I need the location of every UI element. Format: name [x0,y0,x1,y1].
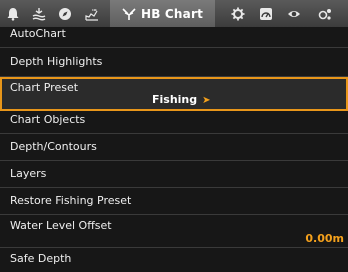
eye-icon [288,10,300,17]
menu-item-depth-contours[interactable]: Depth/Contours [0,134,348,160]
menu-item-label: Layers [10,167,47,180]
chevron-right-icon: ➤ [202,95,211,106]
tab-network[interactable] [310,0,340,27]
menu-item-safe-depth[interactable]: Safe Depth [0,248,348,272]
tab-bar: HB Chart [0,0,348,28]
alarm-bell-icon [7,7,19,21]
menu-item-label: Depth Highlights [10,55,103,68]
tab-compass[interactable] [54,0,76,27]
water-level-offset-value: 0.00m [305,232,344,245]
tab-alarms[interactable] [2,0,24,27]
menu-item-chart-preset[interactable]: Chart Preset Fishing ➤ [0,77,348,111]
chart-preset-value-text: Fishing [152,93,198,106]
menu-item-restore-fishing-preset[interactable]: Restore Fishing Preset [0,188,348,214]
gauge-icon [260,7,272,20]
menu-item-label: Safe Depth [10,252,72,265]
tab-views[interactable] [282,0,306,27]
tab-hb-chart-label: HB Chart [140,6,204,21]
menu-item-chart-objects[interactable]: Chart Objects [0,111,348,133]
menu-item-label: Depth/Contours [10,140,97,153]
network-icon [318,8,331,20]
tab-sonar[interactable] [80,0,104,27]
menu-item-label: AutoChart [10,27,66,40]
menu-item-layers[interactable]: Layers [0,161,348,187]
menu-item-label: Water Level Offset [10,219,112,232]
tab-gauges[interactable] [254,0,278,27]
menu-item-depth-highlights[interactable]: Depth Highlights [0,48,348,76]
tab-navigation[interactable] [28,0,50,27]
navigation-waves-icon [32,7,46,20]
menu-item-label: Restore Fishing Preset [10,194,132,207]
menu-item-water-level-offset[interactable]: Water Level Offset 0.00m [0,215,348,247]
tab-hb-chart[interactable]: HB Chart [110,0,215,27]
hb-chart-settings-screen: HB Chart AutoChart Depth Highlights Char… [0,0,348,272]
chart-preset-value: Fishing ➤ [152,93,211,106]
hb-chart-icon [122,7,136,20]
menu-item-label: Chart Preset [10,81,79,94]
compass-icon [59,7,71,20]
sonar-fish-icon [85,8,98,21]
menu-item-autochart[interactable]: AutoChart [0,27,348,47]
menu-item-label: Chart Objects [10,113,86,126]
gear-icon [231,7,245,20]
tab-settings[interactable] [226,0,250,27]
